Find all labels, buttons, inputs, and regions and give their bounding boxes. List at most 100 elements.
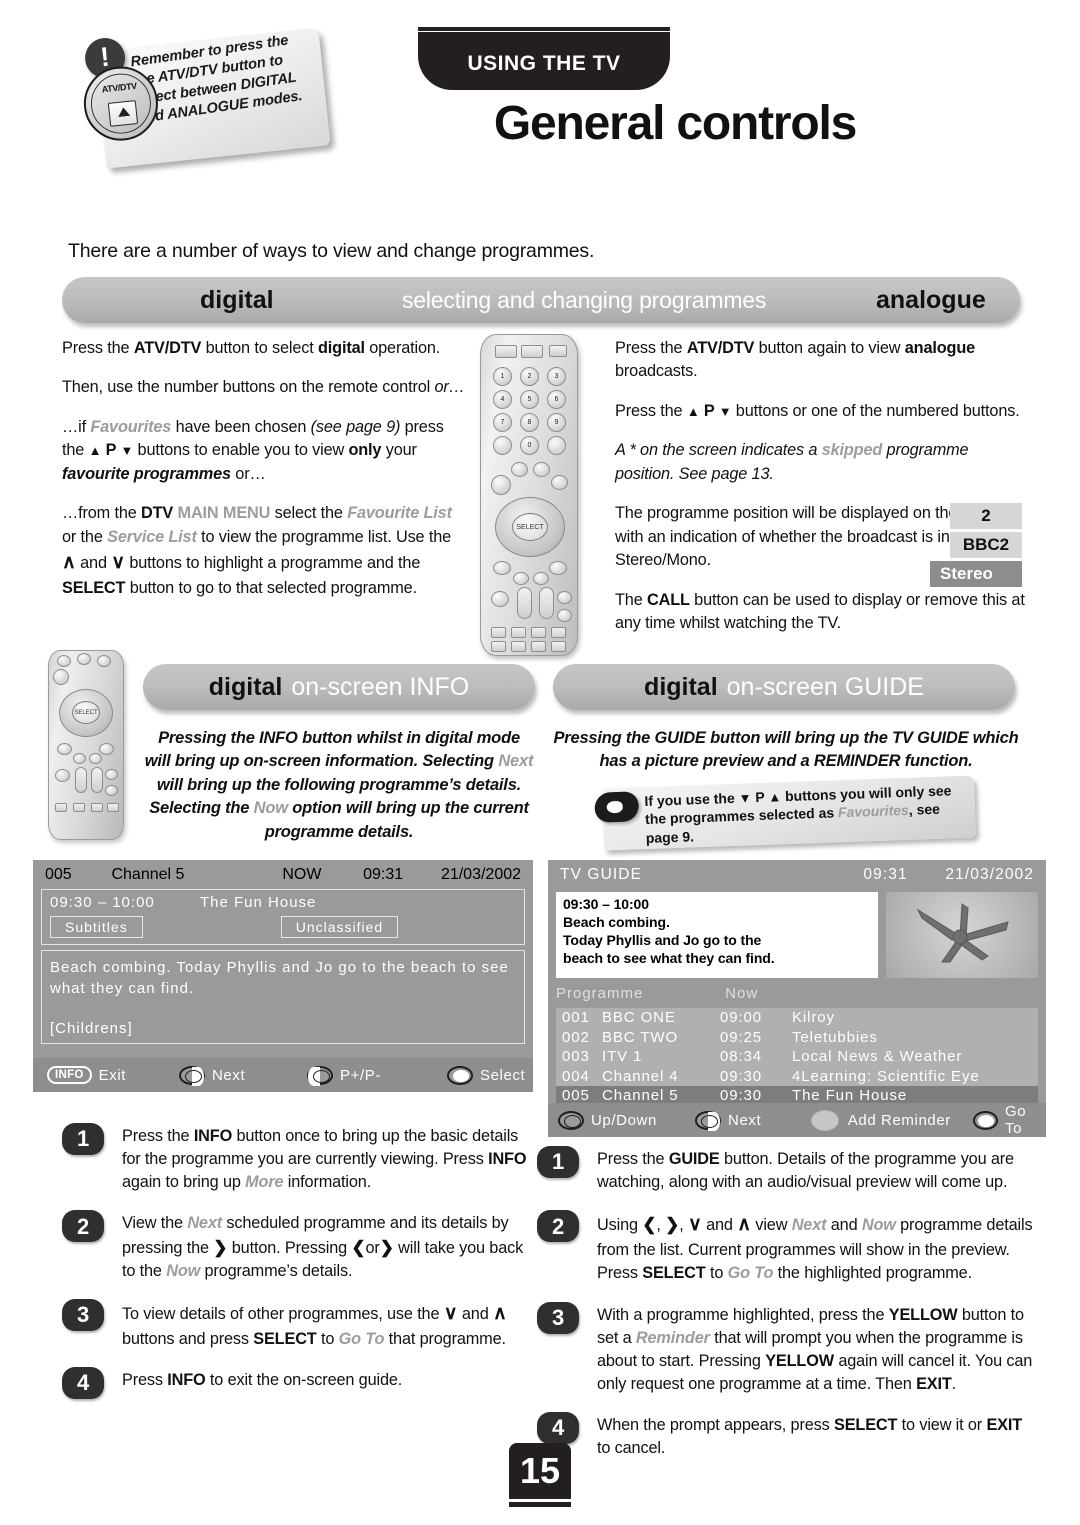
guide-list-row[interactable]: 001 BBC ONE 09:00 Kilroy	[556, 1008, 1038, 1028]
t: Press the	[122, 1127, 194, 1145]
t: buttons to enable you to view	[133, 441, 349, 460]
t: Go To	[727, 1264, 774, 1283]
t: and	[457, 1304, 493, 1323]
preview-time: 09:30 – 10:00	[563, 896, 649, 912]
t: …if	[62, 417, 91, 436]
t: Favourite List	[347, 504, 452, 523]
t: ,	[656, 1216, 666, 1235]
arrow-up-icon	[768, 788, 781, 804]
t: GUIDE	[668, 1150, 720, 1168]
thumb-red-button	[57, 743, 72, 755]
pause-button	[531, 641, 546, 652]
guide-row-time: 09:30	[720, 1067, 763, 1085]
step-item: 3 To view details of other programmes, u…	[62, 1298, 532, 1351]
step-item: 4 Press INFO to exit the on-screen guide…	[62, 1366, 532, 1399]
t: Favourites	[90, 417, 172, 436]
guide-row-channel: BBC ONE	[602, 1009, 676, 1027]
osd-info-panel: 005 Channel 5 NOW 09:31 21/03/2002 09:30…	[33, 860, 533, 1092]
yellow-button	[533, 572, 549, 585]
t: Service List	[107, 527, 197, 546]
t: button to go to that selected programme.	[125, 578, 417, 597]
text-mode-button	[511, 462, 528, 477]
t: option will bring up the current program…	[264, 799, 529, 841]
digital-para-1: Press the ATV/DTV button to select digit…	[62, 337, 466, 360]
t: Next	[187, 1214, 223, 1233]
osd-channel-name: Channel 5	[111, 865, 185, 883]
guide-row-channel: BBC TWO	[602, 1028, 679, 1046]
footer-updown-label: Up/Down	[591, 1111, 657, 1129]
t: SELECT	[253, 1329, 317, 1348]
guide-row-time: 09:25	[720, 1028, 763, 1046]
guide-list-row[interactable]: 003 ITV 1 08:34 Local News & Weather	[556, 1047, 1038, 1067]
t: programme’s details.	[200, 1261, 353, 1280]
t: EXIT	[986, 1416, 1023, 1435]
t: ATV/DTV	[686, 339, 755, 357]
arrow-down-icon	[120, 441, 133, 459]
guide-row-number: 002	[562, 1028, 590, 1046]
footer-exit[interactable]: INFO Exit	[47, 1066, 179, 1084]
t: The	[615, 590, 647, 609]
t: Press the	[597, 1150, 669, 1168]
select-button: SELECT	[512, 513, 548, 541]
thumb-blue-button	[99, 743, 114, 755]
t: A * on the screen indicates a	[615, 441, 822, 460]
t: SELECT	[642, 1264, 706, 1283]
step-item: 1 Press the GUIDE button. Details of the…	[537, 1146, 1037, 1194]
starfish-image	[916, 903, 1009, 963]
guide-row-programme: Kilroy	[792, 1009, 835, 1027]
footer-add-reminder[interactable]: Add Reminder	[810, 1109, 973, 1131]
number-4-button: 4	[493, 390, 512, 409]
t: and	[75, 554, 112, 573]
t: Press the	[615, 339, 687, 357]
step-badge: 4	[62, 1366, 104, 1399]
guide-row-number: 005	[562, 1087, 590, 1105]
footer-next[interactable]: Next	[179, 1065, 307, 1086]
preview-line3: beach to see what they can find.	[563, 949, 775, 966]
footer-p-updown[interactable]: P+/P-	[307, 1065, 447, 1086]
thumb-forward-button	[107, 803, 119, 812]
banner-label-digital: digital	[200, 285, 274, 314]
footer-select[interactable]: Select	[447, 1065, 525, 1085]
thumb-select-button: SELECT	[72, 701, 100, 724]
guide-row-number: 003	[562, 1048, 590, 1066]
oval-half-right-icon	[695, 1110, 722, 1131]
number-8-button: 8	[520, 413, 539, 432]
t: to view it or	[897, 1416, 987, 1435]
step-badge: 3	[62, 1298, 104, 1331]
guide-pill-light: on-screen GUIDE	[726, 672, 924, 701]
t: Then, use the number buttons on the remo…	[62, 378, 435, 397]
guide-list-row[interactable]: 002 BBC TWO 09:25 Teletubbies	[556, 1028, 1038, 1048]
osd-indicator-chips: 2 BBC2 Stereo	[930, 503, 1022, 590]
t: Go To	[338, 1329, 385, 1348]
number-0-button: 0	[520, 436, 539, 455]
osd-guide-preview-text: 09:30 – 10:00 Beach combing. Today Phyll…	[556, 892, 878, 978]
osd-guide-footer: Up/Down Next Add Reminder Go To	[548, 1103, 1046, 1137]
footer-goto[interactable]: Go To	[972, 1103, 1046, 1137]
t: MAIN MENU	[173, 504, 271, 523]
banner-label-analogue: analogue	[876, 285, 986, 314]
guide-list-row[interactable]: 004 Channel 4 09:30 4Learning: Scientific E…	[556, 1067, 1038, 1087]
footer-updown[interactable]: Up/Down	[558, 1110, 695, 1130]
footer-guide-next[interactable]: Next	[695, 1110, 811, 1131]
analogue-para-3: A * on the screen indicates a skipped pr…	[615, 439, 1025, 486]
dtv-menu-button	[491, 475, 511, 495]
info-button	[533, 462, 550, 477]
chip-sound-mode: Stereo	[930, 561, 1022, 587]
t: CALL	[646, 590, 690, 609]
analogue-para-2: Press the P buttons or one of the number…	[615, 400, 1025, 423]
t: ,	[679, 1216, 688, 1235]
t: again to bring up	[122, 1173, 246, 1192]
t: (see page 9)	[310, 417, 401, 436]
number-9-button: 9	[547, 413, 566, 432]
oval-half-right-icon	[179, 1065, 205, 1086]
chip-programme-number: 2	[950, 503, 1022, 529]
t: that programme.	[384, 1329, 506, 1348]
tab-top-rule	[418, 27, 670, 31]
favourites-tip-callout: If you use the P buttons you will only s…	[594, 775, 976, 851]
thumb-back-button	[97, 655, 111, 667]
arrow-up-icon	[687, 402, 700, 420]
osd-info-header: 005 Channel 5 NOW 09:31 21/03/2002	[33, 860, 533, 889]
osd-programme-title: The Fun House	[200, 894, 317, 911]
t: To view details of other programmes, use…	[122, 1304, 444, 1323]
t: to	[705, 1264, 728, 1283]
